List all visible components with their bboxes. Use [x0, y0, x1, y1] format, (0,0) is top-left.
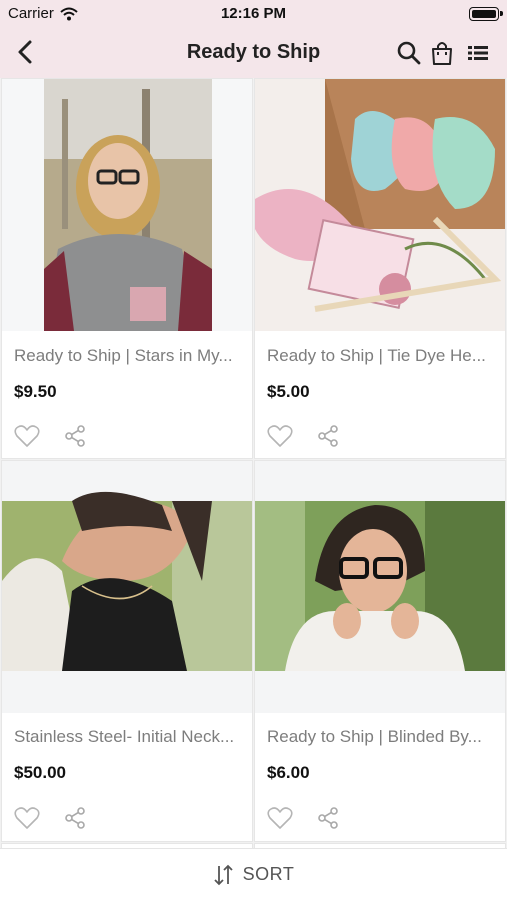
share-icon[interactable] [317, 807, 339, 829]
product-price: $50.00 [14, 763, 66, 782]
product-card[interactable]: Ready to Ship | Tie Dye He... $5.00 [254, 78, 506, 459]
product-photo-necklace-model [2, 461, 252, 713]
sort-icon [214, 864, 233, 885]
status-bar: Carrier 12:16 PM [0, 0, 507, 28]
product-image[interactable] [255, 461, 505, 713]
sort-button[interactable]: SORT [0, 848, 507, 900]
product-card[interactable]: Ready to Ship | Blinded By... $6.00 [254, 460, 506, 842]
product-image[interactable] [255, 79, 505, 331]
product-price: $9.50 [14, 382, 57, 401]
product-photo-woman-gray-shirt [2, 79, 252, 331]
product-photo-tie-dye-headbands [255, 79, 505, 331]
heart-icon[interactable] [267, 806, 293, 830]
list-icon[interactable] [466, 40, 492, 66]
heart-icon[interactable] [267, 424, 293, 448]
product-card[interactable]: Ready to Ship | Stars in My... $9.50 [1, 78, 253, 459]
heart-icon[interactable] [14, 424, 40, 448]
product-image[interactable] [2, 79, 252, 331]
clock: 12:16 PM [220, 5, 287, 22]
product-image[interactable] [2, 461, 252, 713]
product-name[interactable]: Ready to Ship | Stars in My... [14, 346, 244, 366]
battery-icon [469, 7, 503, 21]
product-name[interactable]: Ready to Ship | Tie Dye He... [267, 346, 497, 366]
app-header: Carrier 12:16 PM Ready to Ship [0, 0, 507, 78]
product-grid: Ready to Ship | Stars in My... $9.50 Rea… [0, 78, 507, 848]
heart-icon[interactable] [14, 806, 40, 830]
share-icon[interactable] [317, 425, 339, 447]
product-name[interactable]: Ready to Ship | Blinded By... [267, 727, 497, 747]
product-card[interactable]: Stainless Steel- Initial Neck... $50.00 [1, 460, 253, 842]
share-icon[interactable] [64, 425, 86, 447]
product-name[interactable]: Stainless Steel- Initial Neck... [14, 727, 244, 747]
navigation-bar: Ready to Ship [0, 28, 507, 78]
search-icon[interactable] [396, 40, 422, 66]
sort-label: SORT [242, 864, 295, 884]
product-price: $6.00 [267, 763, 310, 782]
bag-icon[interactable] [429, 40, 455, 66]
product-photo-glasses-model [255, 461, 505, 713]
share-icon[interactable] [64, 807, 86, 829]
product-price: $5.00 [267, 382, 310, 401]
